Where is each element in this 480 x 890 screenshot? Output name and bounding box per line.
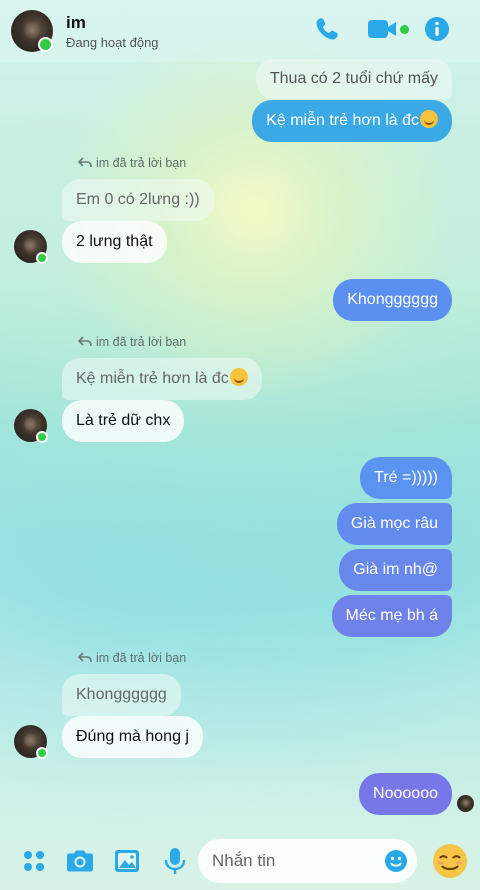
reply-note-text: im đã trả lời bạn — [96, 651, 187, 665]
reply-note-text: im đã trả lời bạn — [96, 156, 187, 170]
contact-name[interactable]: im — [66, 13, 86, 33]
reply-indicator: im đã trả lời bạn — [78, 650, 186, 666]
message-bubble-out[interactable]: Méc mẹ bh á — [331, 595, 452, 637]
message-bubble-out[interactable]: Tré =))))) — [360, 457, 452, 499]
message-text: Khongggggg — [347, 291, 438, 308]
camera-icon[interactable] — [64, 846, 96, 876]
grinning-cat-emoji — [420, 110, 438, 128]
quoted-message[interactable]: Em 0 có 2lưng :)) — [62, 179, 214, 221]
video-call-icon[interactable] — [367, 14, 399, 44]
gallery-icon[interactable] — [112, 846, 142, 876]
message-input[interactable] — [212, 839, 372, 883]
message-text: Đúng mà hong j — [76, 728, 189, 745]
reply-arrow-icon — [78, 336, 92, 347]
message-bubble-out[interactable]: Già mọc râu — [336, 503, 452, 545]
message-text: Tré =))))) — [374, 469, 438, 486]
message-text: Kệ miễn trẻ hơn là đc — [266, 112, 419, 129]
message-bubble-in[interactable]: 2 lưng thật — [62, 221, 167, 263]
quick-reaction-emoji[interactable] — [432, 843, 468, 879]
apps-icon[interactable] — [19, 846, 49, 876]
message-bubble-out[interactable]: Già im nh@ — [339, 549, 452, 591]
message-text: Noooooo — [373, 785, 438, 802]
message-input-wrapper — [198, 839, 417, 883]
message-bubble-out[interactable]: Noooooo — [359, 773, 452, 815]
message-text: Già mọc râu — [350, 515, 438, 532]
message-text: Méc mẹ bh á — [345, 607, 438, 624]
video-active-dot — [400, 25, 409, 34]
message-bubble-in[interactable]: Là trẻ dữ chx — [62, 400, 185, 442]
message-bubble-out[interactable]: Kệ miễn trẻ hơn là đc — [252, 100, 452, 142]
online-indicator — [36, 252, 48, 264]
message-text: Già im nh@ — [353, 561, 438, 578]
phone-call-icon[interactable] — [312, 14, 342, 44]
reply-note-text: im đã trả lời bạn — [96, 335, 187, 349]
reply-arrow-icon — [78, 652, 92, 663]
microphone-icon[interactable] — [160, 846, 190, 876]
message-text: 2 lưng thật — [76, 233, 153, 250]
message-text: Em 0 có 2lưng :)) — [76, 191, 200, 208]
message-text: Khongggggg — [76, 686, 167, 703]
conversation-header: im Đang hoạt động — [0, 0, 480, 62]
seen-receipt-avatar — [457, 795, 474, 812]
reply-indicator: im đã trả lời bạn — [78, 334, 186, 350]
online-indicator — [38, 37, 53, 52]
message-bubble-out[interactable]: Khongggggg — [333, 279, 452, 321]
grinning-cat-emoji — [229, 368, 248, 386]
message-text: Thua có 2 tuổi chứ mấy — [269, 70, 438, 87]
quoted-message[interactable]: Thua có 2 tuổi chứ mấy — [255, 59, 452, 99]
message-bubble-in[interactable]: Đúng mà hong j — [62, 716, 203, 758]
online-indicator — [36, 431, 48, 443]
emoji-icon[interactable] — [384, 849, 408, 873]
reply-indicator: im đã trả lời bạn — [78, 155, 186, 171]
info-icon[interactable] — [424, 16, 450, 42]
message-text: Kệ miễn trẻ hơn là đc — [76, 370, 229, 387]
contact-status: Đang hoạt động — [66, 35, 159, 50]
quoted-message[interactable]: Kệ miễn trẻ hơn là đc — [62, 358, 262, 400]
message-text: Là trẻ dữ chx — [76, 412, 171, 429]
online-indicator — [36, 747, 48, 759]
reply-arrow-icon — [78, 157, 92, 168]
quoted-message[interactable]: Khongggggg — [62, 674, 181, 716]
